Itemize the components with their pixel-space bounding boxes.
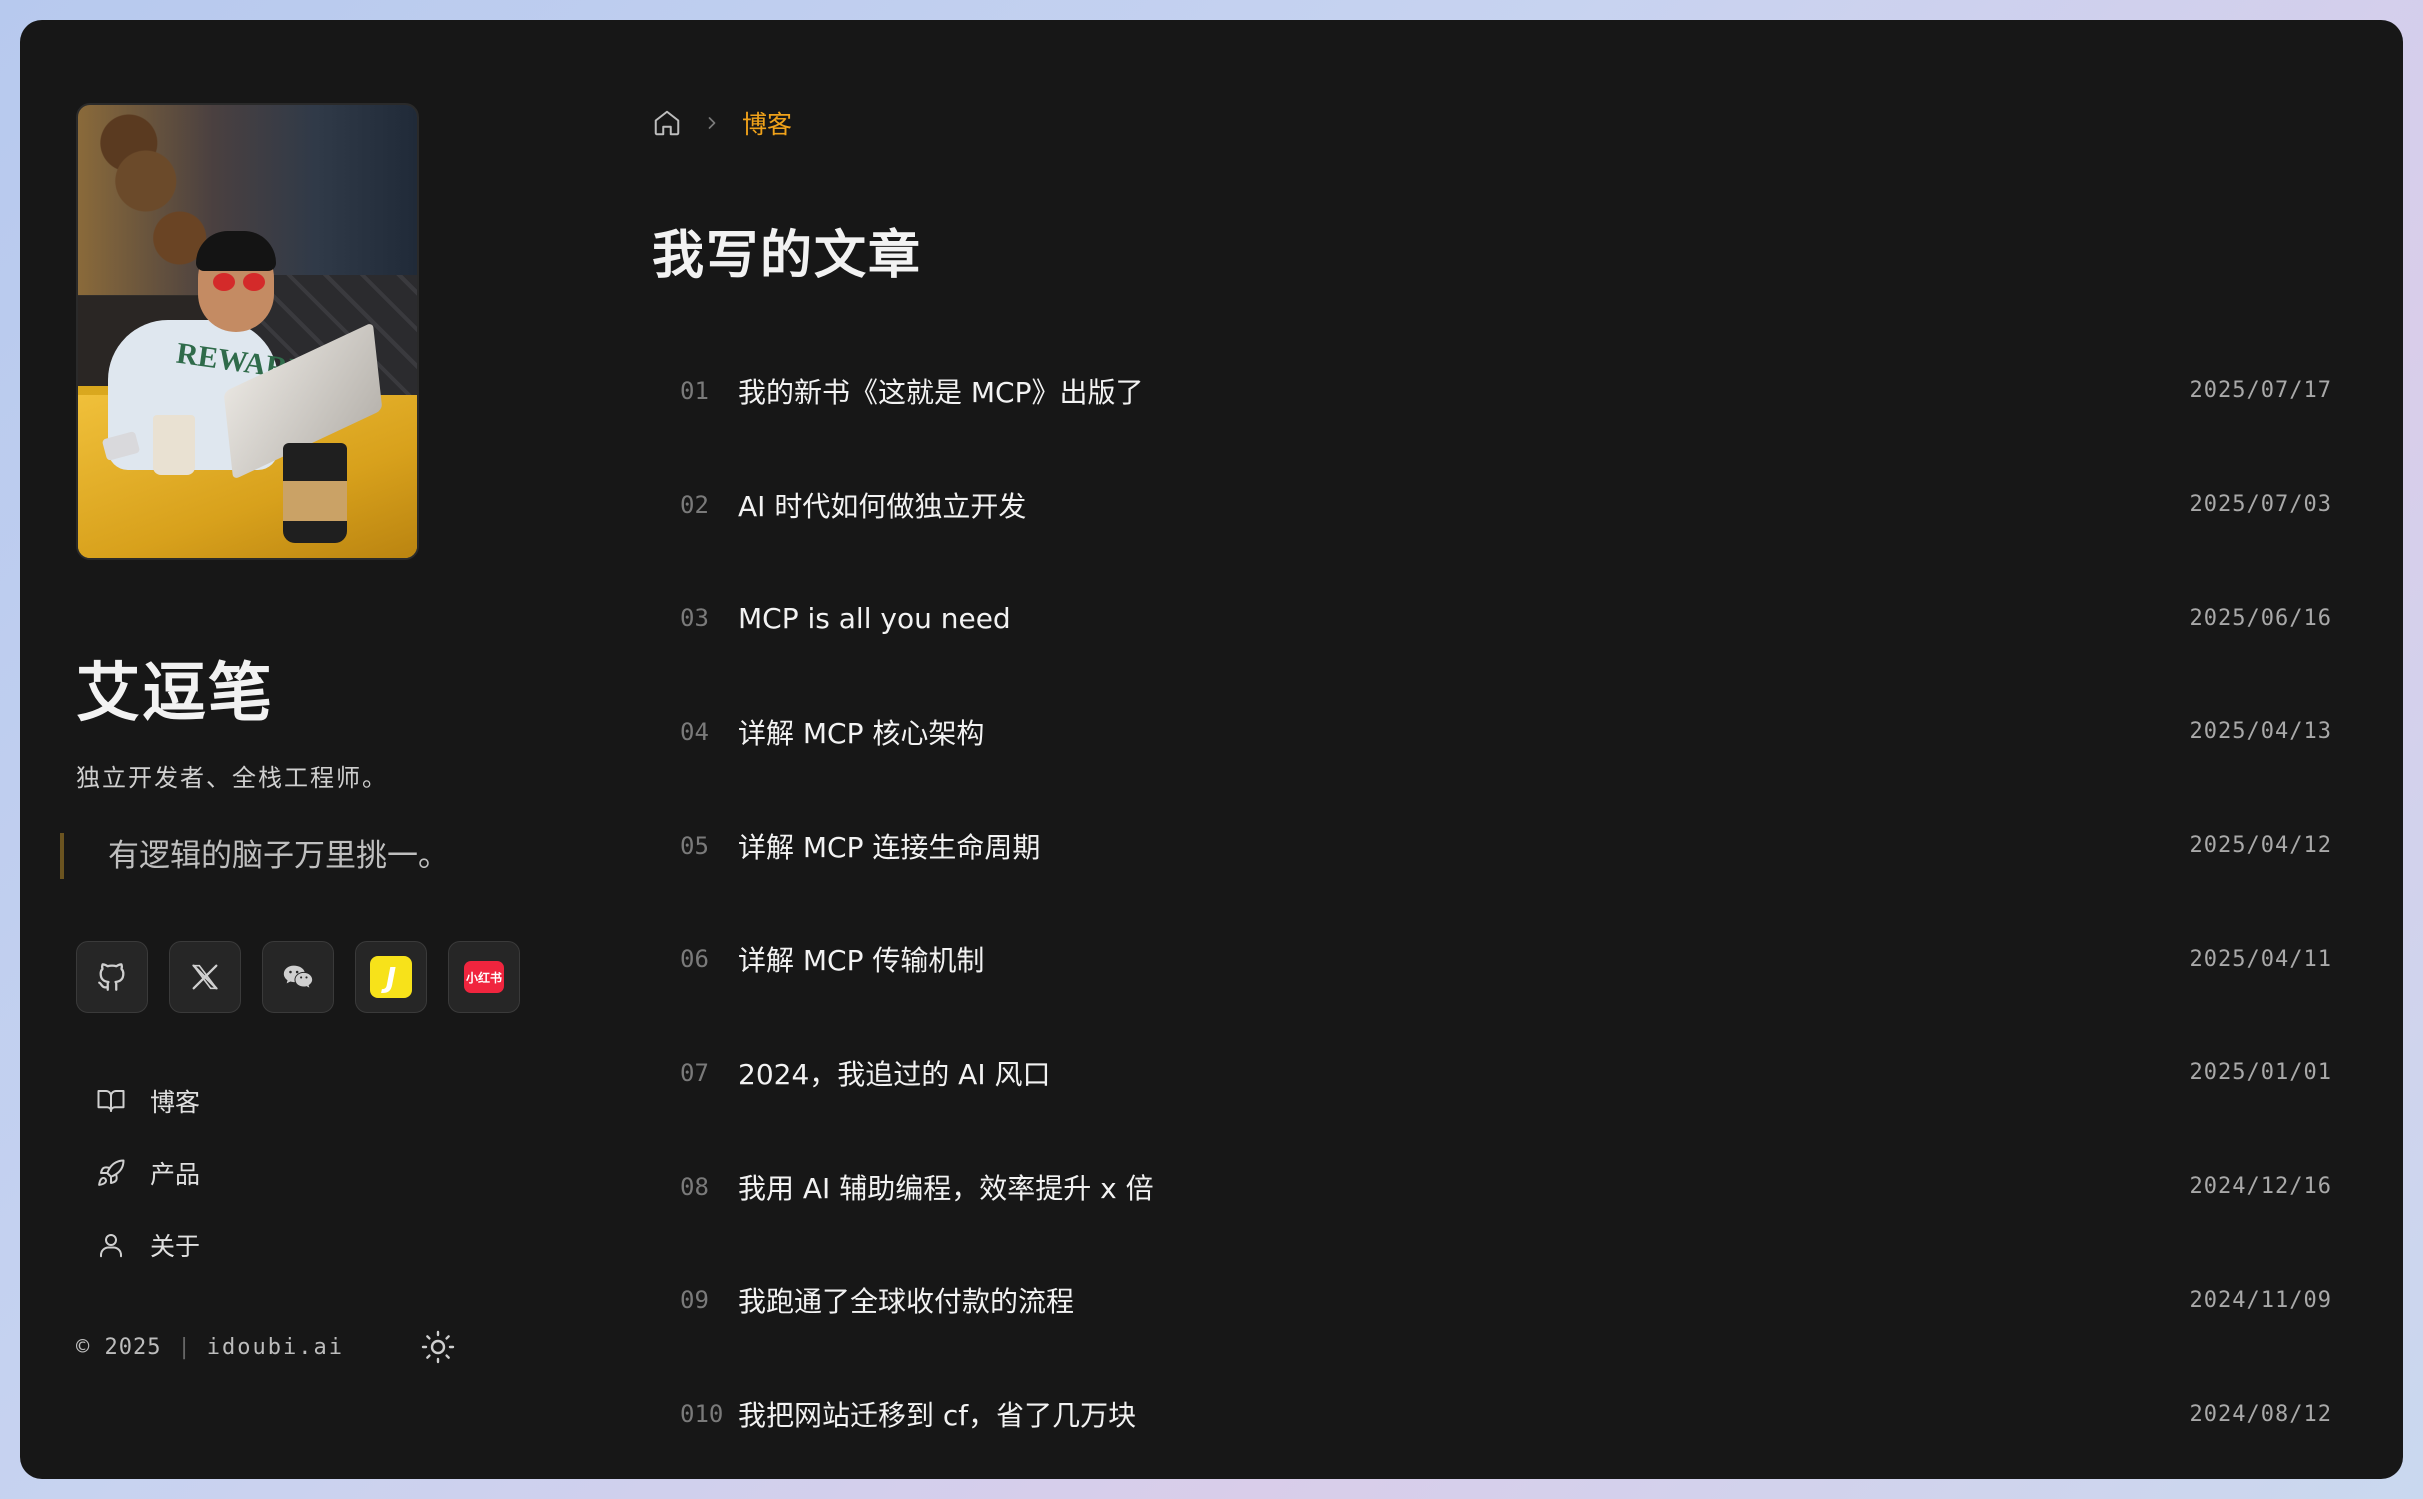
profile-bio: 独立开发者、全栈工程师。 <box>76 764 388 792</box>
article-title[interactable]: MCP is all you need <box>738 602 2190 635</box>
article-row[interactable]: 02 AI 时代如何做独立开发 2025/07/03 <box>652 448 2352 562</box>
page-title: 我写的文章 <box>652 226 923 286</box>
article-date: 2025/07/17 <box>2189 378 2332 404</box>
nav-item-products[interactable]: 产品 <box>96 1137 596 1209</box>
github-icon <box>98 963 125 991</box>
wechat-icon <box>283 965 313 988</box>
article-row[interactable]: 04 详解 MCP 核心架构 2025/04/13 <box>652 675 2352 789</box>
nav-item-label: 关于 <box>150 1232 201 1261</box>
user-icon <box>100 1234 122 1258</box>
sidebar: REWARI 艾逗笔 独立开发者、全栈工程师。 有逻辑的脑子万里挑一。 J 小红… <box>60 103 596 1365</box>
main-content: 博客 我写的文章 01 我的新书《这就是 MCP》出版了 2025/07/17 … <box>652 103 2352 1471</box>
article-row[interactable]: 08 我用 AI 辅助编程，效率提升 x 倍 2024/12/16 <box>652 1130 2352 1244</box>
article-title[interactable]: 我的新书《这就是 MCP》出版了 <box>738 371 2190 411</box>
article-title[interactable]: AI 时代如何做独立开发 <box>738 485 2190 525</box>
jike-icon: J <box>370 956 412 998</box>
article-date: 2024/08/12 <box>2189 1401 2332 1427</box>
article-date: 2025/07/03 <box>2189 492 2332 518</box>
app-window: REWARI 艾逗笔 独立开发者、全栈工程师。 有逻辑的脑子万里挑一。 J 小红… <box>20 20 2403 1479</box>
article-list: 01 我的新书《这就是 MCP》出版了 2025/07/17 02 AI 时代如… <box>652 334 2352 1471</box>
article-number: 08 <box>680 1172 709 1201</box>
sidebar-nav: 博客 产品 关于 <box>96 1065 596 1281</box>
article-date: 2025/04/13 <box>2189 719 2332 745</box>
article-row[interactable]: 010 我把网站迁移到 cf，省了几万块 2024/08/12 <box>652 1357 2352 1471</box>
social-links: J 小红书 <box>76 941 596 1013</box>
article-date: 2025/04/11 <box>2189 946 2332 972</box>
breadcrumb-current[interactable]: 博客 <box>742 105 792 141</box>
article-title[interactable]: 详解 MCP 核心架构 <box>738 712 2190 752</box>
article-date: 2025/04/12 <box>2189 833 2332 859</box>
article-number: 01 <box>680 376 709 405</box>
article-number: 05 <box>680 831 709 860</box>
copyright-text: © 2025 <box>76 1334 162 1360</box>
profile-quote: 有逻辑的脑子万里挑一。 <box>60 833 596 879</box>
article-title[interactable]: 详解 MCP 传输机制 <box>738 939 2190 979</box>
nav-item-blog[interactable]: 博客 <box>96 1065 596 1137</box>
article-date: 2025/01/01 <box>2189 1060 2332 1086</box>
article-number: 07 <box>680 1058 709 1087</box>
article-date: 2024/11/09 <box>2189 1287 2332 1313</box>
article-number: 010 <box>680 1400 724 1429</box>
article-row[interactable]: 09 我跑通了全球收付款的流程 2024/11/09 <box>652 1244 2352 1358</box>
footer-domain: idoubi.ai <box>206 1334 344 1360</box>
article-date: 2024/12/16 <box>2189 1174 2332 1200</box>
x-link[interactable] <box>169 941 241 1013</box>
profile-name: 艾逗笔 <box>76 657 274 731</box>
article-date: 2025/06/16 <box>2189 605 2332 631</box>
article-number: 09 <box>680 1286 709 1315</box>
nav-item-about[interactable]: 关于 <box>96 1209 596 1281</box>
github-link[interactable] <box>76 941 148 1013</box>
xiaohongshu-icon: 小红书 <box>464 961 504 993</box>
chevron-right-icon <box>708 117 716 129</box>
article-row[interactable]: 07 2024，我追过的 AI 风口 2025/01/01 <box>652 1016 2352 1130</box>
article-row[interactable]: 03 MCP is all you need 2025/06/16 <box>652 561 2352 675</box>
book-icon <box>97 1090 125 1112</box>
article-title[interactable]: 2024，我追过的 AI 风口 <box>738 1053 2190 1093</box>
article-title[interactable]: 我跑通了全球收付款的流程 <box>738 1280 2190 1320</box>
article-number: 02 <box>680 490 709 519</box>
footer-separator: | <box>177 1334 191 1360</box>
article-number: 04 <box>680 717 709 746</box>
sidebar-footer: © 2025 | idoubi.ai <box>76 1329 596 1365</box>
article-number: 06 <box>680 945 709 974</box>
article-number: 03 <box>680 604 709 633</box>
breadcrumb: 博客 <box>652 103 2352 143</box>
nav-item-label: 博客 <box>150 1088 201 1117</box>
article-row[interactable]: 06 详解 MCP 传输机制 2025/04/11 <box>652 902 2352 1016</box>
nav-item-label: 产品 <box>150 1160 201 1189</box>
profile-photo: REWARI <box>76 103 419 560</box>
wechat-link[interactable] <box>262 941 334 1013</box>
article-title[interactable]: 我用 AI 辅助编程，效率提升 x 倍 <box>738 1167 2190 1207</box>
x-icon <box>191 964 219 990</box>
home-icon[interactable] <box>652 108 682 138</box>
sun-icon[interactable] <box>420 1329 456 1365</box>
article-row[interactable]: 01 我的新书《这就是 MCP》出版了 2025/07/17 <box>652 334 2352 448</box>
xiaohongshu-link[interactable]: 小红书 <box>448 941 520 1013</box>
article-title[interactable]: 详解 MCP 连接生命周期 <box>738 826 2190 866</box>
rocket-icon <box>98 1159 125 1186</box>
article-row[interactable]: 05 详解 MCP 连接生命周期 2025/04/12 <box>652 789 2352 903</box>
jike-link[interactable]: J <box>355 941 427 1013</box>
article-title[interactable]: 我把网站迁移到 cf，省了几万块 <box>738 1394 2190 1434</box>
